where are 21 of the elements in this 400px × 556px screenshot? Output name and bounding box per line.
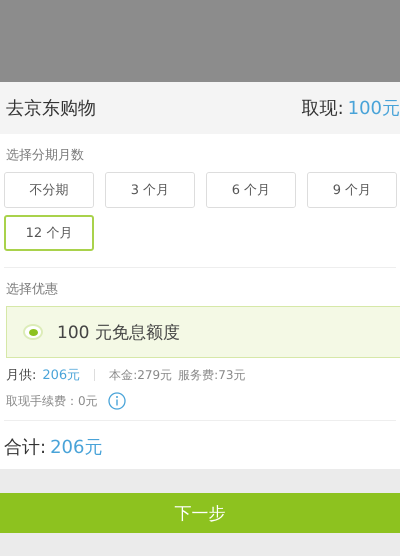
month-option[interactable]: 12 个月 bbox=[4, 215, 94, 251]
page-title: 去京东购物 bbox=[6, 97, 96, 120]
coupon-label: 100 元免息额度 bbox=[57, 322, 180, 344]
coupon-option[interactable]: 100 元免息额度 bbox=[6, 306, 400, 358]
total-label: 合计: bbox=[4, 436, 46, 459]
monthly-label: 月供: bbox=[6, 367, 36, 384]
cash-fee-text: 取现手续费：0元 bbox=[6, 392, 98, 410]
service-fee-text: 服务费:73元 bbox=[178, 366, 246, 384]
monthly-amount: 206元 bbox=[42, 367, 80, 384]
radio-button[interactable] bbox=[23, 324, 43, 340]
info-icon[interactable] bbox=[108, 392, 126, 410]
month-option[interactable]: 3 个月 bbox=[105, 172, 195, 208]
month-option[interactable]: 9 个月 bbox=[307, 172, 397, 208]
principal-text: 本金:279元 bbox=[109, 366, 172, 384]
total-amount: 206元 bbox=[50, 436, 102, 459]
month-option[interactable]: 6 个月 bbox=[206, 172, 296, 208]
section-label: 选择优惠 bbox=[6, 281, 59, 298]
month-option[interactable]: 不分期 bbox=[4, 172, 94, 208]
cash-amount: 100元 bbox=[348, 97, 400, 120]
section-label: 选择分期月数 bbox=[6, 147, 85, 164]
cash-label: 取现: bbox=[302, 97, 344, 120]
